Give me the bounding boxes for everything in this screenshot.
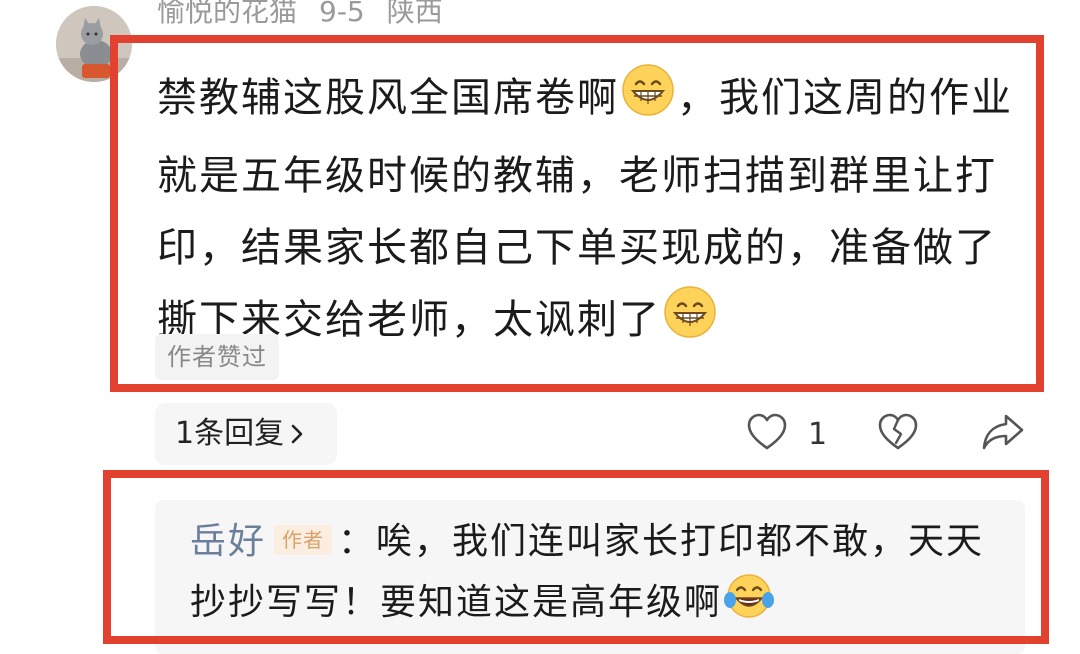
heart-outline-icon: [746, 412, 788, 456]
comment-text-part-1: 禁教辅这股风全国席卷啊: [157, 75, 619, 121]
grinning-face-emoji-icon: [621, 63, 675, 140]
dislike-button[interactable]: [876, 410, 924, 458]
share-arrow-icon: [980, 414, 1026, 458]
grinning-face-emoji-icon: [663, 285, 717, 362]
like-button[interactable]: 1: [746, 410, 827, 458]
reply-author-name[interactable]: 岳好: [190, 521, 266, 562]
comment-date: 9-5: [319, 0, 365, 28]
view-replies-button[interactable]: 1条回复: [155, 403, 337, 465]
comment-author-name[interactable]: 愉悦的花猫: [157, 0, 297, 28]
tears-of-joy-emoji-icon: [724, 570, 775, 637]
view-replies-label: 1条回复: [175, 416, 285, 451]
comment-meta: 愉悦的花猫 9-5 陕西: [157, 0, 465, 32]
cat-avatar-image: [56, 6, 132, 82]
share-button[interactable]: [980, 410, 1028, 458]
chevron-right-icon: [288, 403, 306, 465]
avatar[interactable]: [56, 6, 132, 82]
author-tag-badge: 作者: [274, 525, 333, 555]
author-liked-badge: 作者赞过: [155, 334, 279, 380]
broken-heart-icon: [876, 413, 920, 458]
like-count: 1: [808, 416, 828, 452]
reply-preview-text: 岳好 作者 ：唉，我们连叫家长打印都不敢，天天抄抄写写！要知道这是高年级啊: [190, 514, 1010, 637]
comment-body: 禁教辅这股风全国席卷啊 ，我们这周的作业就是五年级时候的教辅，老师扫描到群里让打…: [157, 62, 1027, 362]
comment-region: 陕西: [386, 0, 443, 28]
